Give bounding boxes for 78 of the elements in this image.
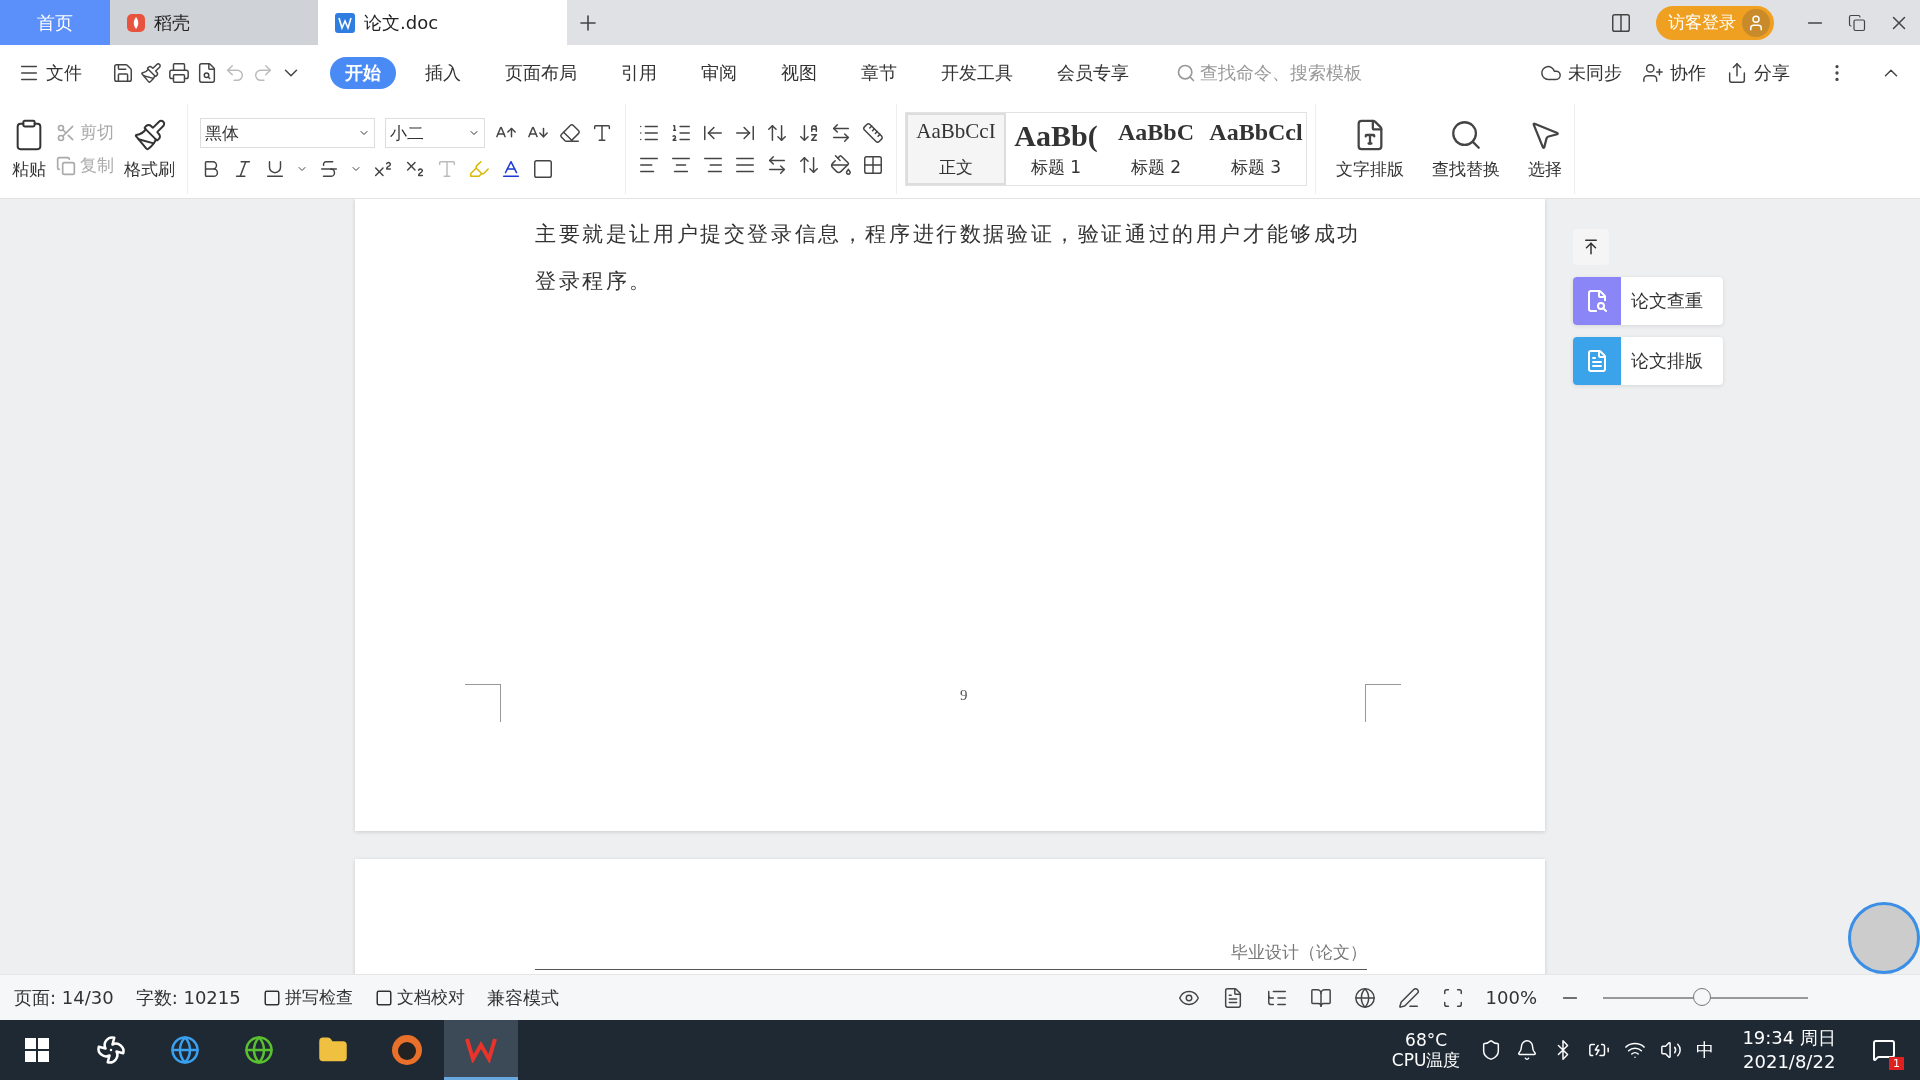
ribbon-tab[interactable]: 开发工具 — [926, 56, 1028, 89]
format-icon[interactable] — [140, 61, 162, 84]
scissors-icon — [56, 122, 76, 143]
paragraph: 主要就是让用户提交登录信息，程序进行数据验证，验证通过的用户才能够成功登录程序。 — [534, 221, 1362, 295]
ruler-icon[interactable] — [862, 122, 884, 144]
file-menu[interactable]: 文件 — [46, 60, 82, 85]
compat-mode[interactable]: 兼容模式 — [486, 985, 559, 1010]
text-direction-icon[interactable] — [766, 122, 788, 144]
paintbrush-icon — [132, 117, 167, 152]
toolbar-action[interactable]: 分享 — [1726, 60, 1790, 85]
checkbox-icon — [262, 988, 281, 1007]
clock[interactable]: 19:34 周日 2021/8/22 — [1742, 1026, 1836, 1074]
border-icon[interactable] — [862, 154, 884, 176]
font-dropdown[interactable]: 黑体 — [200, 118, 375, 148]
sort-icon[interactable] — [798, 122, 820, 144]
copy-icon — [56, 155, 76, 176]
fit-page-icon[interactable] — [1441, 986, 1464, 1009]
window-layout-icon[interactable] — [1610, 11, 1632, 34]
ribbon-tool[interactable]: 选择 — [1528, 117, 1562, 181]
ribbon-tab[interactable]: 页面布局 — [490, 56, 592, 89]
cpu-temperature: 68°C CPU温度 — [1391, 1030, 1461, 1070]
ribbon-tab[interactable]: 插入 — [410, 56, 476, 89]
print-preview-icon[interactable] — [196, 61, 218, 84]
pen-icon[interactable] — [1397, 986, 1420, 1009]
side-panel-button[interactable]: 论文排版 — [1573, 337, 1723, 385]
input-method[interactable]: 中 — [1696, 1038, 1715, 1062]
word-count: 字数: 10215 — [135, 985, 241, 1010]
side-panel-button[interactable]: 论文查重 — [1573, 277, 1723, 325]
paste-button[interactable]: 粘贴 — [12, 117, 46, 181]
share-icon[interactable] — [1726, 61, 1748, 84]
notification-icon[interactable] — [1872, 1038, 1896, 1062]
office-icon[interactable] — [444, 1020, 518, 1080]
ribbon-tab[interactable]: 审阅 — [686, 56, 752, 89]
numbered-list-icon[interactable] — [670, 122, 692, 144]
ribbon-tab[interactable]: 会员专享 — [1042, 56, 1144, 89]
toolbar-action[interactable]: 协作 — [1642, 60, 1706, 85]
flame-icon — [126, 12, 146, 33]
page-number: 9 — [960, 687, 968, 704]
proofread-button[interactable]: 文档校对 — [374, 986, 465, 1009]
ribbon-tab[interactable]: 视图 — [766, 56, 832, 89]
user-plus-icon[interactable] — [1642, 61, 1664, 84]
bell-icon[interactable] — [1516, 1039, 1539, 1061]
restore-icon[interactable] — [1848, 13, 1866, 32]
search-icon — [1176, 62, 1196, 83]
font-color-icon[interactable] — [500, 158, 522, 180]
ribbon-tab[interactable]: 章节 — [846, 56, 912, 89]
toolbar-action[interactable]: 未同步 — [1540, 60, 1622, 85]
underline-icon[interactable] — [264, 158, 286, 180]
web-view-icon[interactable] — [1353, 986, 1376, 1009]
style-preset[interactable]: AaBbCcI 正文 — [906, 113, 1006, 185]
document-tab[interactable]: 论文.doc — [318, 0, 567, 45]
shading-icon[interactable] — [830, 154, 852, 176]
size-dropdown[interactable]: 小二 — [385, 118, 485, 148]
zoom-level[interactable]: 100% — [1485, 987, 1537, 1008]
page-count: 页面: 14/30 — [14, 985, 114, 1010]
ribbon-tool[interactable]: 文字排版 — [1336, 117, 1404, 181]
spell-check-button[interactable]: 拼写检查 — [262, 986, 353, 1009]
save-icon[interactable] — [112, 61, 134, 84]
character-border-icon[interactable] — [532, 158, 554, 180]
document-tab[interactable]: 稻壳 — [110, 0, 318, 45]
reading-view-icon[interactable] — [1309, 986, 1332, 1009]
line-spacing-icon[interactable] — [798, 154, 820, 176]
document-icon — [334, 11, 356, 34]
volume-icon[interactable] — [1660, 1039, 1683, 1061]
ribbon-tool[interactable]: 查找替换 — [1432, 117, 1500, 181]
line-break-icon[interactable] — [830, 122, 852, 144]
phonetic-icon[interactable] — [591, 122, 613, 144]
eraser-icon[interactable] — [559, 122, 581, 144]
distribute-icon[interactable] — [766, 154, 788, 176]
print-icon[interactable] — [168, 61, 190, 84]
format-painter-button[interactable]: 格式刷 — [124, 117, 175, 181]
page-header: 毕业设计（论文） — [1231, 941, 1367, 964]
checkbox-icon — [374, 988, 393, 1007]
notification-count: 1 — [1889, 1057, 1904, 1070]
avatar-icon — [1742, 8, 1770, 37]
slider-thumb[interactable] — [1693, 987, 1712, 1006]
ribbon-tab[interactable]: 引用 — [606, 56, 672, 89]
strikethrough-icon[interactable] — [318, 158, 340, 180]
